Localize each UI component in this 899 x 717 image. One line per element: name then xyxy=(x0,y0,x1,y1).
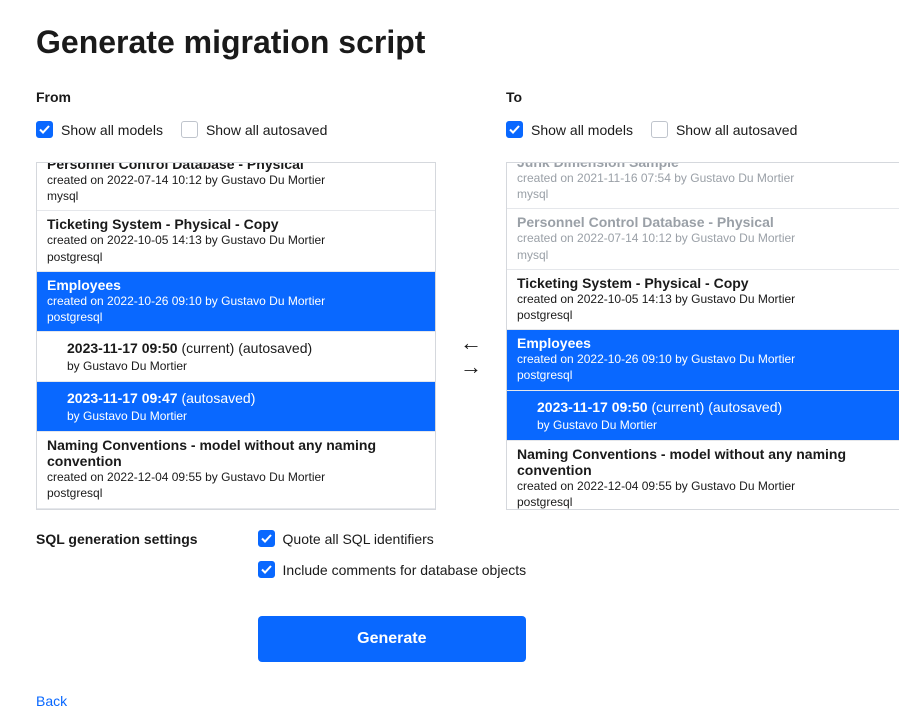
checkbox-label: Quote all SQL identifiers xyxy=(283,531,434,547)
list-item-title: Personnel Control Database - Physical xyxy=(517,214,895,230)
list-item-title: Employees xyxy=(47,277,425,293)
checkbox-icon xyxy=(258,530,275,547)
list-item-meta: created on 2022-12-04 09:55 by Gustavo D… xyxy=(47,469,425,485)
quote-identifiers-checkbox[interactable]: Quote all SQL identifiers xyxy=(258,530,527,547)
list-item-meta: created on 2022-10-26 09:10 by Gustavo D… xyxy=(517,351,895,367)
list-item[interactable]: Personnel Control Database - Physicalcre… xyxy=(507,209,899,269)
checkbox-label: Show all models xyxy=(531,122,633,138)
list-item-db: postgresql xyxy=(47,249,425,265)
checkbox-icon xyxy=(181,121,198,138)
list-item[interactable]: Naming Conventions - model without any n… xyxy=(37,432,435,508)
generate-button[interactable]: Generate xyxy=(258,616,527,662)
include-comments-checkbox[interactable]: Include comments for database objects xyxy=(258,561,527,578)
from-show-all-autosaved-checkbox[interactable]: Show all autosaved xyxy=(181,121,327,138)
to-show-all-models-checkbox[interactable]: Show all models xyxy=(506,121,633,138)
list-item-db: mysql xyxy=(517,186,895,202)
list-subitem-by: by Gustavo Du Mortier xyxy=(67,409,425,423)
list-item-title: Ticketing System - Physical - Copy xyxy=(517,275,895,291)
list-subitem[interactable]: 2023-11-17 09:47 (autosaved) by Gustavo D… xyxy=(37,382,435,432)
list-item-db: postgresql xyxy=(517,494,895,510)
list-item[interactable]: Ticketing System - Physical - Copycreate… xyxy=(507,270,899,330)
list-item-db: postgresql xyxy=(517,367,895,383)
list-subitem-title: 2023-11-17 09:50 (current) (autosaved) xyxy=(67,340,425,356)
list-item[interactable]: Junk Dimension Samplecreated on 2021-11-… xyxy=(507,162,899,209)
checkbox-icon xyxy=(258,561,275,578)
list-item-title: Ticketing System - Physical - Copy xyxy=(47,216,425,232)
list-item-meta: created on 2022-10-26 09:10 by Gustavo D… xyxy=(47,293,425,309)
list-item[interactable]: Employeescreated on 2022-10-26 09:10 by … xyxy=(37,272,435,332)
list-item-meta: created on 2022-12-04 09:55 by Gustavo D… xyxy=(517,478,895,494)
list-item-title: Junk Dimension Sample xyxy=(517,162,895,170)
list-item[interactable]: Ticketing System - Physical - Copycreate… xyxy=(37,211,435,271)
sql-settings-label: SQL generation settings xyxy=(36,530,198,662)
from-column: From Show all models Show all autosaved … xyxy=(36,89,436,510)
list-item-db: mysql xyxy=(47,188,425,204)
list-item-meta: created on 2022-10-05 14:13 by Gustavo D… xyxy=(517,291,895,307)
to-model-list[interactable]: Junk Dimension Samplecreated on 2021-11-… xyxy=(506,162,899,510)
list-subitem-by: by Gustavo Du Mortier xyxy=(67,359,425,373)
checkbox-label: Show all autosaved xyxy=(676,122,797,138)
checkbox-label: Show all autosaved xyxy=(206,122,327,138)
list-subitem[interactable]: 2023-11-17 09:50 (current) (autosaved) by… xyxy=(507,391,899,441)
list-item-db: mysql xyxy=(517,247,895,263)
to-label: To xyxy=(506,89,899,105)
from-model-list[interactable]: Personnel Control Database - Physicalcre… xyxy=(36,162,436,510)
checkbox-icon xyxy=(506,121,523,138)
list-item[interactable]: Naming Conventions - model without any n… xyxy=(507,441,899,511)
list-item-db: postgresql xyxy=(47,309,425,325)
checkbox-icon xyxy=(651,121,668,138)
list-item-meta: created on 2022-07-14 10:12 by Gustavo D… xyxy=(47,172,425,188)
list-item-meta: created on 2022-07-14 10:12 by Gustavo D… xyxy=(517,230,895,246)
list-subitem-by: by Gustavo Du Mortier xyxy=(537,418,895,432)
to-column: To Show all models Show all autosaved Ju… xyxy=(506,89,899,510)
list-subitem-title: 2023-11-17 09:47 (autosaved) xyxy=(67,390,425,406)
list-item-db: postgresql xyxy=(517,307,895,323)
list-item[interactable]: Employeescreated on 2022-10-26 09:10 by … xyxy=(507,330,899,390)
checkbox-label: Include comments for database objects xyxy=(283,562,527,578)
list-item[interactable]: Personnel Control Database - Physicalcre… xyxy=(37,162,435,211)
list-subitem-title: 2023-11-17 09:50 (current) (autosaved) xyxy=(537,399,895,415)
page-title: Generate migration script xyxy=(36,24,863,61)
swap-arrows-icon: ← → xyxy=(460,332,482,378)
list-subitem[interactable]: 2023-11-17 09:50 (current) (autosaved) by… xyxy=(37,332,435,382)
checkbox-label: Show all models xyxy=(61,122,163,138)
to-show-all-autosaved-checkbox[interactable]: Show all autosaved xyxy=(651,121,797,138)
list-item-title: Naming Conventions - model without any n… xyxy=(47,437,425,469)
list-item-title: Personnel Control Database - Physical xyxy=(47,162,425,172)
checkbox-icon xyxy=(36,121,53,138)
from-show-all-models-checkbox[interactable]: Show all models xyxy=(36,121,163,138)
list-item-title: Employees xyxy=(517,335,895,351)
list-item-db: postgresql xyxy=(47,485,425,501)
list-item-meta: created on 2021-11-16 07:54 by Gustavo D… xyxy=(517,170,895,186)
from-label: From xyxy=(36,89,436,105)
list-item-title: Naming Conventions - model without any n… xyxy=(517,446,895,478)
list-item-meta: created on 2022-10-05 14:13 by Gustavo D… xyxy=(47,232,425,248)
back-link[interactable]: Back xyxy=(36,693,67,709)
